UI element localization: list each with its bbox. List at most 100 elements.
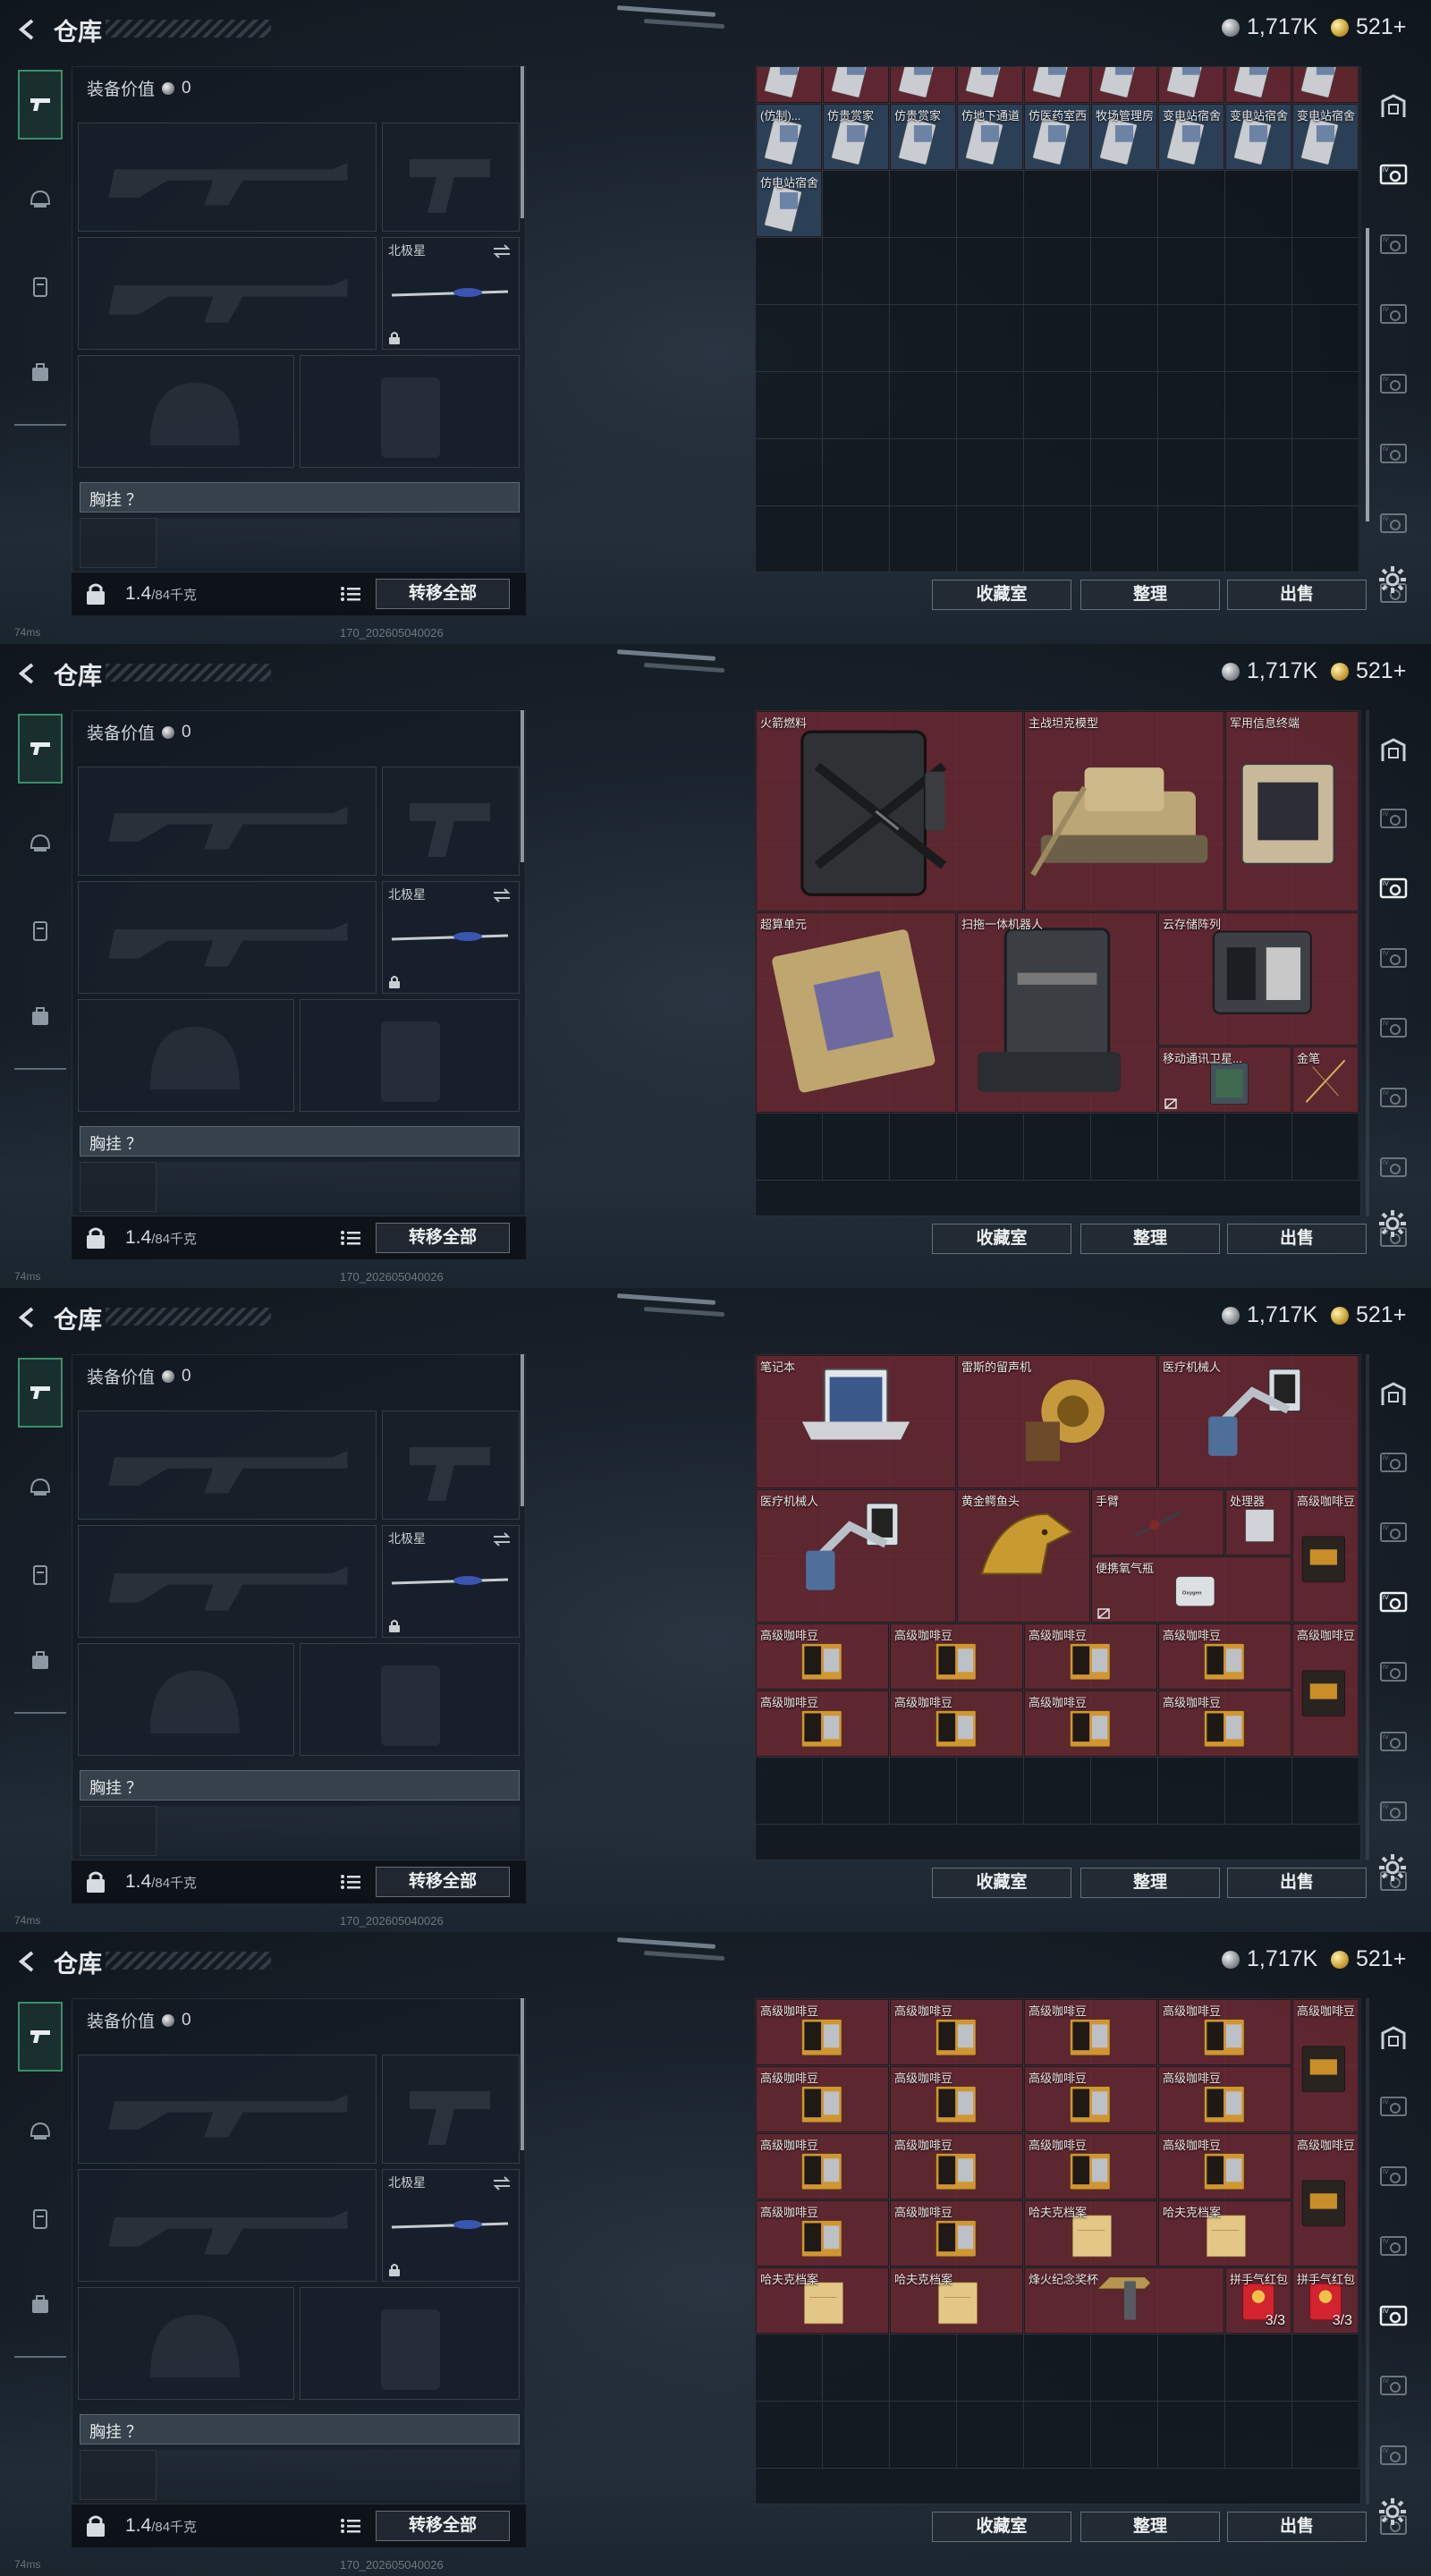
inventory-item[interactable]: 高级咖啡豆 bbox=[1292, 1623, 1359, 1757]
grid-cell[interactable] bbox=[1024, 1758, 1091, 1825]
grid-cell[interactable] bbox=[1225, 171, 1292, 239]
loadout-scrollbar[interactable] bbox=[521, 1354, 524, 1506]
grid-cell[interactable] bbox=[1158, 2402, 1225, 2469]
inventory-item[interactable]: 高级咖啡豆 bbox=[1158, 2133, 1291, 2199]
inventory-item[interactable]: (仿制)... bbox=[756, 104, 822, 171]
grid-cell[interactable] bbox=[756, 2402, 823, 2469]
chest-rig-label[interactable]: 胸挂 ？ bbox=[80, 1126, 520, 1157]
helmet-slot[interactable] bbox=[78, 355, 294, 468]
inventory-item[interactable]: 高级咖啡豆 bbox=[1024, 1999, 1157, 2065]
loadout-scrollbar[interactable] bbox=[521, 1998, 524, 2150]
grid-cell[interactable] bbox=[1158, 1758, 1225, 1825]
inventory-item[interactable]: 高级咖啡豆 bbox=[1292, 1489, 1359, 1623]
grid-cell[interactable] bbox=[890, 2402, 957, 2469]
grid-cell[interactable] bbox=[756, 1114, 823, 1181]
grid-cell[interactable] bbox=[890, 171, 957, 239]
grid-cell[interactable] bbox=[1225, 2334, 1292, 2402]
list-icon[interactable] bbox=[340, 1873, 361, 1891]
grid-cell[interactable] bbox=[890, 372, 957, 440]
inventory-item[interactable]: 高级咖啡豆 bbox=[890, 1690, 1023, 1757]
storage-page-tab[interactable]: IV bbox=[1373, 2365, 1414, 2406]
storage-page-tab[interactable]: IV bbox=[1373, 503, 1414, 544]
grid-cell[interactable] bbox=[823, 171, 890, 239]
grid-cell[interactable] bbox=[756, 439, 823, 507]
inventory-item[interactable]: 高级咖啡豆 bbox=[756, 1999, 889, 2065]
inventory-item[interactable]: 高级咖啡豆 bbox=[1158, 1623, 1291, 1690]
storage-page-tab[interactable]: IV bbox=[1373, 1007, 1414, 1048]
secondary-weapon-slot[interactable] bbox=[78, 2169, 377, 2282]
helmet-slot[interactable] bbox=[78, 1643, 294, 1756]
chest-rig-label[interactable]: 胸挂 ？ bbox=[80, 2414, 520, 2445]
storage-page-tab[interactable]: IV bbox=[1373, 2435, 1414, 2476]
list-icon[interactable] bbox=[340, 1229, 361, 1247]
inventory-item[interactable]: 高级咖啡豆 bbox=[890, 2133, 1023, 2199]
inventory-item[interactable]: 技术... bbox=[756, 67, 822, 104]
inventory-item[interactable]: 处理器 bbox=[1225, 1489, 1291, 1555]
settings-gear-icon[interactable] bbox=[1376, 1852, 1409, 1884]
warehouse-scrollbar[interactable] bbox=[1366, 228, 1369, 522]
inventory-item[interactable]: 高级咖啡豆 bbox=[1024, 2133, 1157, 2199]
melee-slot[interactable]: 北极星 bbox=[382, 1525, 520, 1638]
inventory-item[interactable]: 雷斯的留声机 bbox=[957, 1355, 1157, 1488]
grid-cell[interactable] bbox=[1024, 1114, 1091, 1181]
organize-button[interactable]: 整理 bbox=[1080, 1224, 1220, 1254]
loadout-scrollbar[interactable] bbox=[521, 66, 524, 218]
storage-page-tab[interactable]: IV bbox=[1373, 1721, 1414, 1762]
inventory-item[interactable]: ... bbox=[1024, 67, 1090, 104]
inventory-item[interactable]: 高级咖啡豆 bbox=[890, 2200, 1023, 2267]
grid-cell[interactable] bbox=[1225, 372, 1292, 440]
collection-room-button[interactable]: 收藏室 bbox=[932, 1224, 1071, 1254]
list-icon[interactable] bbox=[340, 585, 361, 603]
grid-cell[interactable] bbox=[1292, 238, 1359, 306]
inventory-item[interactable]: 烽火纪念奖杯 bbox=[1024, 2267, 1224, 2334]
inventory-item[interactable]: 高级咖啡豆 bbox=[1158, 1999, 1291, 2065]
inventory-item[interactable]: 高级咖啡豆 bbox=[890, 1623, 1023, 1690]
inventory-item[interactable]: 医疗机械人 bbox=[1158, 1355, 1359, 1488]
inventory-item[interactable]: ... bbox=[1158, 67, 1224, 104]
storage-page-tab[interactable]: IV bbox=[1373, 2225, 1414, 2267]
grid-cell[interactable] bbox=[1158, 238, 1225, 306]
inventory-item[interactable]: 黄金鳄鱼头 bbox=[957, 1489, 1090, 1623]
grid-cell[interactable] bbox=[1292, 1758, 1359, 1825]
grid-cell[interactable] bbox=[1292, 2402, 1359, 2469]
inventory-item[interactable]: 仿医药室西 bbox=[1024, 104, 1090, 171]
inventory-item[interactable]: 哈夫克档案 bbox=[1158, 2200, 1291, 2267]
grid-cell[interactable] bbox=[1024, 171, 1091, 239]
helmet-slot[interactable] bbox=[78, 999, 294, 1112]
inventory-item[interactable]: 高级咖啡豆 bbox=[756, 2133, 889, 2199]
gold-currency[interactable]: 521+ bbox=[1331, 14, 1406, 40]
grid-cell[interactable] bbox=[1225, 2402, 1292, 2469]
inventory-item[interactable]: 高级咖啡豆 bbox=[1292, 1999, 1359, 2132]
grid-cell[interactable] bbox=[957, 506, 1024, 572]
inventory-item[interactable]: 高级咖啡豆 bbox=[756, 1690, 889, 1757]
primary-weapon-slot[interactable] bbox=[78, 123, 377, 232]
inventory-item[interactable]: 笔记本 bbox=[756, 1355, 956, 1488]
inventory-item[interactable]: 高级咖啡豆 bbox=[1158, 1690, 1291, 1757]
sell-button[interactable]: 出售 bbox=[1227, 2512, 1367, 2542]
inventory-item[interactable]: 高级咖啡豆 bbox=[1024, 1690, 1157, 1757]
inventory-item[interactable]: 高级咖啡豆 bbox=[1158, 2066, 1291, 2132]
grid-cell[interactable] bbox=[823, 372, 890, 440]
pistol-slot[interactable] bbox=[382, 767, 520, 876]
inventory-item[interactable]: 哈夫克档案 bbox=[756, 2267, 889, 2334]
inventory-item[interactable]: 仿电站宿舍 bbox=[756, 171, 822, 238]
chest-rig-slot[interactable] bbox=[80, 1162, 157, 1212]
grid-cell[interactable] bbox=[823, 1758, 890, 1825]
grid-cell[interactable] bbox=[1292, 1114, 1359, 1181]
grid-cell[interactable] bbox=[890, 1758, 957, 1825]
collection-room-button[interactable]: 收藏室 bbox=[932, 1868, 1071, 1898]
grid-cell[interactable] bbox=[1292, 506, 1359, 572]
grid-cell[interactable] bbox=[1091, 506, 1158, 572]
inventory-item[interactable]: 高级... bbox=[957, 67, 1023, 104]
armor-slot[interactable] bbox=[300, 2287, 520, 2400]
silver-currency[interactable]: 1,717K bbox=[1222, 14, 1317, 40]
grid-cell[interactable] bbox=[1024, 238, 1091, 306]
armor-slot[interactable] bbox=[300, 1643, 520, 1756]
inventory-item[interactable]: 医疗机械人 bbox=[756, 1489, 956, 1623]
safe-box-tab[interactable] bbox=[1373, 86, 1414, 127]
grid-cell[interactable] bbox=[890, 305, 957, 373]
sell-button[interactable]: 出售 bbox=[1227, 1224, 1367, 1254]
tab-armor[interactable] bbox=[18, 252, 63, 322]
grid-cell[interactable] bbox=[1024, 372, 1091, 440]
grid-cell[interactable] bbox=[1091, 171, 1158, 239]
